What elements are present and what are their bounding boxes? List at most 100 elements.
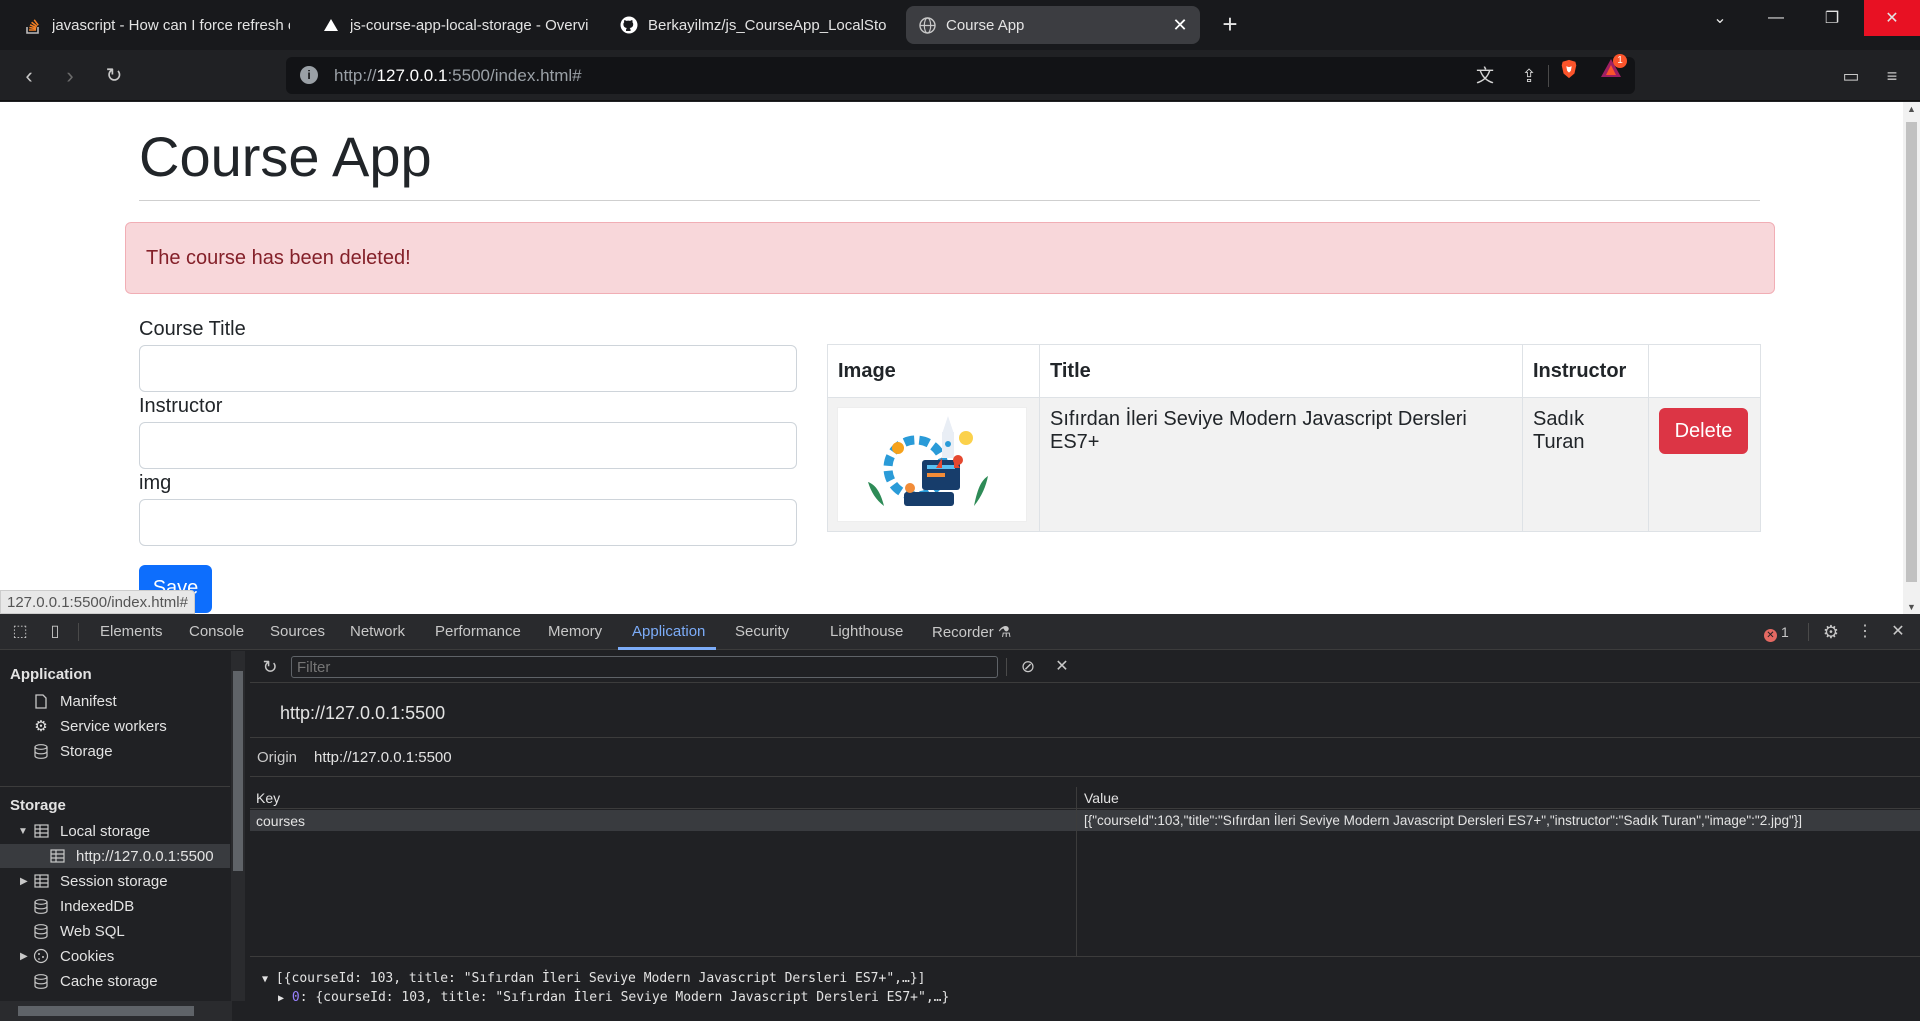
reload-icon[interactable]: ↻ xyxy=(98,60,130,92)
instructor-label: Instructor xyxy=(139,395,223,417)
restore-button[interactable]: ❐ xyxy=(1804,0,1860,36)
devtools-tab-bar: ⬚ ▯ Elements Console Sources Network Per… xyxy=(0,614,1920,650)
browser-tab-vercel[interactable]: js-course-app-local-storage - Overvi xyxy=(310,6,600,44)
application-sidebar: Application Manifest ⚙ Service workers St… xyxy=(0,651,245,1021)
origin-heading: http://127.0.0.1:5500 xyxy=(280,703,446,723)
title-divider xyxy=(139,200,1760,201)
expand-arrow-right-icon[interactable]: ▶ xyxy=(20,951,28,962)
scroll-up-icon[interactable]: ▲ xyxy=(1903,102,1920,116)
settings-gear-icon[interactable]: ⚙ xyxy=(1821,622,1841,642)
devtools-tab-sources[interactable]: Sources xyxy=(270,623,325,640)
table-header-row: Image Title Instructor xyxy=(827,344,1761,398)
courses-table: Image Title Instructor Sıfırdan İleri Se… xyxy=(827,344,1761,532)
devtools-tab-memory[interactable]: Memory xyxy=(548,623,602,640)
address-bar[interactable]: i http://127.0.0.1:5500/index.html# 文 ⇪ xyxy=(286,57,1635,94)
refresh-icon[interactable]: ↻ xyxy=(260,657,280,677)
img-input[interactable] xyxy=(139,499,797,546)
table-row[interactable]: courses [{"courseId":103,"title":"Sıfırd… xyxy=(250,810,1920,831)
preview-line[interactable]: ▼ [{courseId: 103, title: "Sıfırdan İler… xyxy=(262,971,925,986)
address-url: http://127.0.0.1:5500/index.html# xyxy=(334,66,582,86)
sidebar-hscroll-thumb[interactable] xyxy=(18,1006,194,1016)
expand-arrow-icon[interactable]: ▶ xyxy=(278,993,284,1004)
page-viewport: Course App The course has been deleted! … xyxy=(0,102,1920,614)
back-icon[interactable]: ‹ xyxy=(13,60,45,92)
inspect-element-icon[interactable]: ⬚ xyxy=(10,622,30,642)
sidebar-item-indexeddb[interactable]: IndexedDB xyxy=(32,894,134,918)
sidebar-separator xyxy=(0,786,230,787)
forward-icon[interactable]: › xyxy=(54,60,86,92)
devtools-tab-network[interactable]: Network xyxy=(350,623,405,640)
page-scrollbar-thumb[interactable] xyxy=(1906,122,1917,582)
collapse-arrow-icon[interactable]: ▼ xyxy=(262,974,268,985)
brave-rewards-icon[interactable]: 1 xyxy=(1600,54,1627,80)
error-count: 1 xyxy=(1781,624,1789,640)
devtools-tab-security[interactable]: Security xyxy=(735,623,789,640)
omnibox-divider xyxy=(1548,65,1549,87)
sidebar-item-session-storage[interactable]: Session storage xyxy=(32,869,168,893)
devtools-tab-performance[interactable]: Performance xyxy=(435,623,521,640)
expand-arrow-down-icon[interactable]: ▼ xyxy=(18,826,28,837)
table-icon xyxy=(48,847,66,865)
sidebar-item-manifest[interactable]: Manifest xyxy=(32,689,117,713)
translate-icon[interactable]: 文 xyxy=(1474,65,1496,87)
sidebar-vertical-scrollbar[interactable] xyxy=(231,651,245,1001)
database-icon xyxy=(32,742,50,760)
devtools-tab-lighthouse[interactable]: Lighthouse xyxy=(830,623,903,640)
delete-button[interactable]: Delete xyxy=(1659,408,1748,454)
brave-shields-icon[interactable] xyxy=(1559,59,1579,79)
close-window-button[interactable]: ✕ xyxy=(1864,0,1920,36)
devtools-tab-recorder[interactable]: Recorder ⚗ xyxy=(932,623,1011,641)
instructor-input[interactable] xyxy=(139,422,797,469)
clear-all-icon[interactable]: ⊘ xyxy=(1018,657,1038,677)
active-tab-indicator xyxy=(618,647,716,650)
sidebar-item-label: IndexedDB xyxy=(60,897,135,915)
github-icon xyxy=(620,16,638,34)
close-devtools-icon[interactable]: ✕ xyxy=(1888,622,1908,642)
alert-text: The course has been deleted! xyxy=(146,247,411,269)
sidebar-item-local-storage[interactable]: Local storage xyxy=(32,819,150,843)
error-count-badge[interactable]: ✕ 1 xyxy=(1764,624,1789,642)
table-row: Sıfırdan İleri Seviye Modern Javascript … xyxy=(827,397,1761,532)
toolbar-divider xyxy=(1006,658,1007,676)
filter-input[interactable] xyxy=(291,656,998,678)
sidebar-item-web-sql[interactable]: Web SQL xyxy=(32,919,125,943)
wallet-icon[interactable]: ▭ xyxy=(1839,64,1863,88)
sidebar-item-label: Web SQL xyxy=(60,922,125,940)
browser-tab-github[interactable]: Berkayilmz/js_CourseApp_LocalStora xyxy=(608,6,898,44)
more-options-icon[interactable]: ⋮ xyxy=(1855,622,1875,642)
preview-line[interactable]: ▶ 0: {courseId: 103, title: "Sıfırdan İl… xyxy=(278,990,949,1005)
sidebar-item-service-workers[interactable]: ⚙ Service workers xyxy=(32,714,166,738)
new-tab-button[interactable]: + xyxy=(1216,10,1244,38)
close-tab-icon[interactable]: ✕ xyxy=(1170,15,1190,35)
sidebar-scrollbar-thumb[interactable] xyxy=(233,671,243,871)
tab-search-icon[interactable]: ⌄ xyxy=(1692,0,1748,36)
share-icon[interactable]: ⇪ xyxy=(1518,65,1540,87)
course-title-label: Course Title xyxy=(139,318,246,340)
key-column-header[interactable]: Key xyxy=(256,790,280,806)
course-title-input[interactable] xyxy=(139,345,797,392)
sidebar-item-cookies[interactable]: Cookies xyxy=(32,944,114,968)
tab-title: Berkayilmz/js_CourseApp_LocalStora xyxy=(648,16,886,34)
browser-tab-stackoverflow[interactable]: javascript - How can I force refresh o xyxy=(12,6,302,44)
sidebar-item-cache-storage[interactable]: Cache storage xyxy=(32,969,158,993)
sidebar-item-local-storage-origin[interactable]: http://127.0.0.1:5500 xyxy=(0,844,230,868)
storage-key[interactable]: courses xyxy=(256,813,305,829)
device-toolbar-icon[interactable]: ▯ xyxy=(45,622,65,642)
table-icon xyxy=(32,872,50,890)
expand-arrow-right-icon[interactable]: ▶ xyxy=(20,876,28,887)
scroll-down-icon[interactable]: ▼ xyxy=(1903,600,1920,614)
column-divider xyxy=(1076,787,1077,957)
delete-selected-icon[interactable]: ✕ xyxy=(1052,657,1072,677)
devtools-tab-elements[interactable]: Elements xyxy=(100,623,163,640)
value-column-header[interactable]: Value xyxy=(1084,790,1119,806)
devtools-tab-application[interactable]: Application xyxy=(632,623,705,640)
sidebar-item-storage[interactable]: Storage xyxy=(32,739,113,763)
menu-icon[interactable]: ≡ xyxy=(1880,64,1904,88)
devtools-tab-console[interactable]: Console xyxy=(189,623,244,640)
minimize-button[interactable]: — xyxy=(1748,0,1804,36)
browser-tab-course-app[interactable]: Course App ✕ xyxy=(906,6,1200,44)
storage-value[interactable]: [{"courseId":103,"title":"Sıfırdan İleri… xyxy=(1084,813,1914,828)
page-scrollbar[interactable]: ▲ ▼ xyxy=(1903,102,1920,614)
site-info-icon[interactable]: i xyxy=(300,66,318,84)
sidebar-horizontal-scrollbar[interactable] xyxy=(0,1001,232,1021)
